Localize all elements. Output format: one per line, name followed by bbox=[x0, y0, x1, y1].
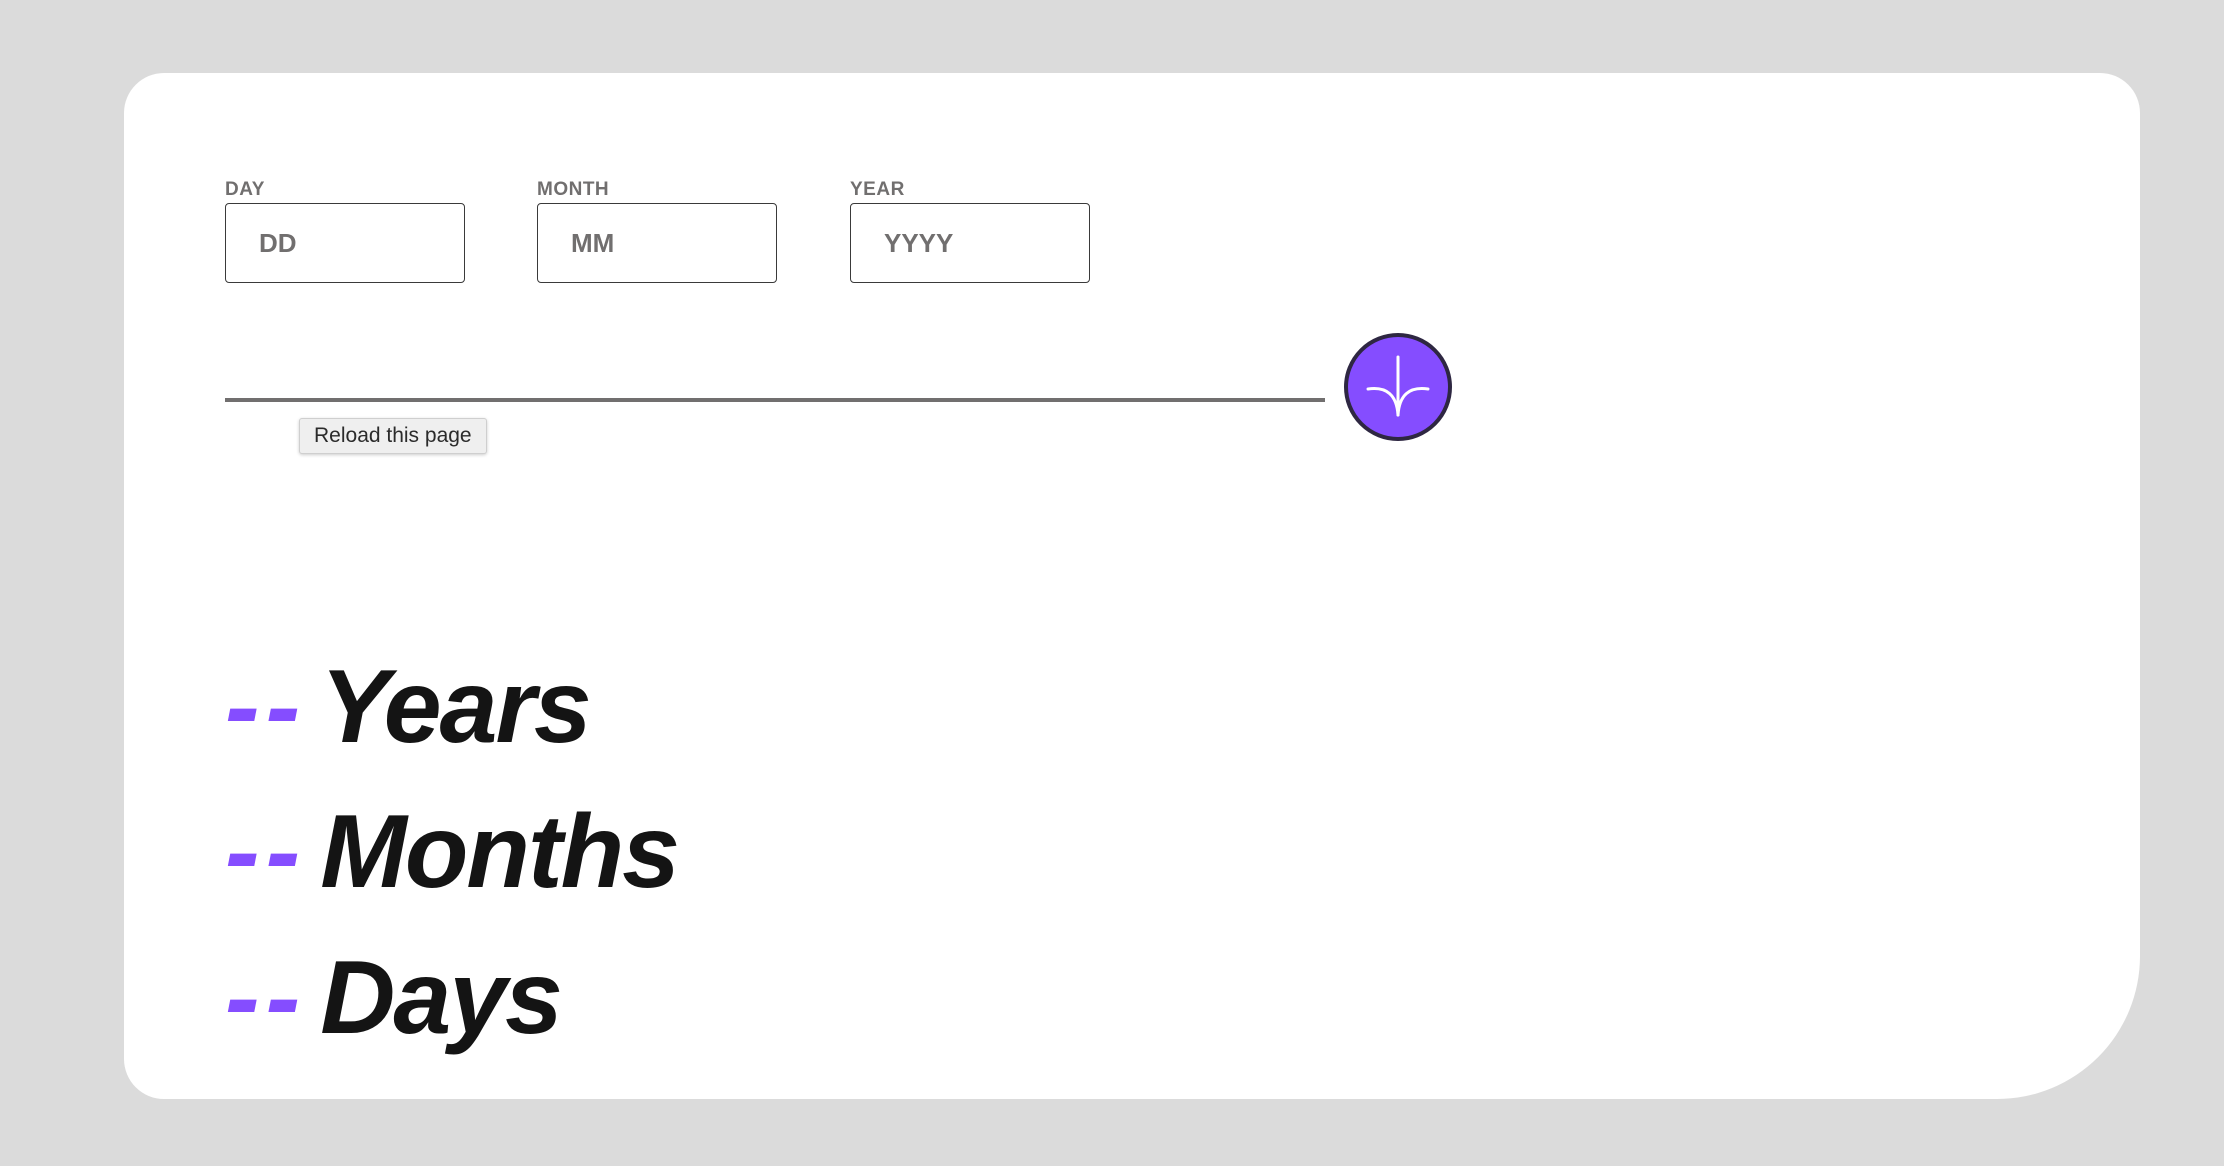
day-label: DAY bbox=[225, 179, 265, 200]
months-value: -- bbox=[225, 794, 307, 910]
result-days: -- Days bbox=[225, 928, 563, 1068]
years-unit: Years bbox=[320, 649, 591, 765]
month-field: MONTH bbox=[537, 177, 777, 283]
year-input[interactable] bbox=[850, 203, 1090, 283]
days-value: -- bbox=[225, 940, 307, 1056]
year-label: YEAR bbox=[850, 179, 905, 200]
reload-tooltip: Reload this page bbox=[299, 418, 487, 454]
days-unit: Days bbox=[320, 940, 563, 1056]
years-value: -- bbox=[225, 649, 307, 765]
months-unit: Months bbox=[320, 794, 680, 910]
submit-button[interactable] bbox=[1344, 333, 1452, 441]
result-years: -- Years bbox=[225, 637, 592, 777]
result-months: -- Months bbox=[225, 782, 680, 922]
day-field: DAY bbox=[225, 177, 465, 283]
age-calculator-card: DAY MONTH YEAR Reload this page -- Years… bbox=[124, 73, 2140, 1099]
arrow-down-icon bbox=[1366, 355, 1430, 417]
divider-line bbox=[225, 398, 1325, 402]
day-input[interactable] bbox=[225, 203, 465, 283]
year-field: YEAR bbox=[850, 177, 1090, 283]
month-label: MONTH bbox=[537, 179, 610, 200]
month-input[interactable] bbox=[537, 203, 777, 283]
